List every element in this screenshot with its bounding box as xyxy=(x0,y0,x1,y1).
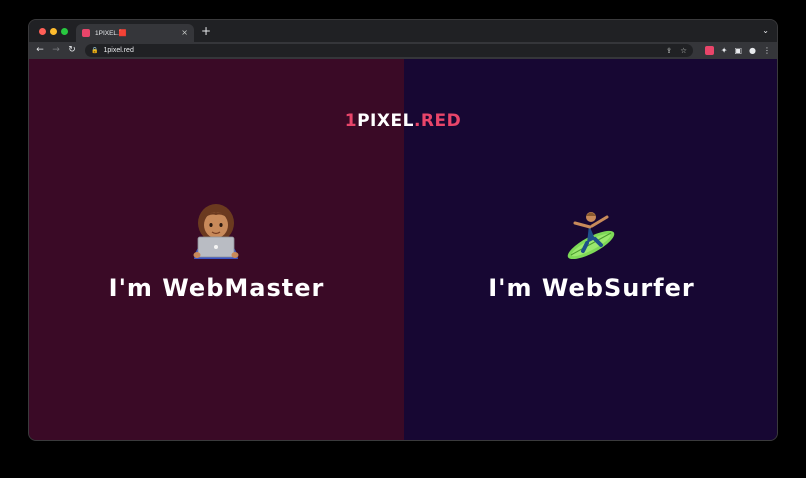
extension-1pixel-icon[interactable] xyxy=(704,46,714,55)
bookmark-star-icon[interactable]: ☆ xyxy=(680,46,687,55)
logo-dot: . xyxy=(413,111,421,131)
close-window-button[interactable] xyxy=(39,28,46,35)
tab-1pixel[interactable]: 1PIXEL.🟥 × xyxy=(76,24,194,42)
logo-suffix: RED xyxy=(420,111,462,131)
address-bar[interactable]: 🔒 1pixel.red ⇪ ☆ xyxy=(85,44,693,57)
share-icon[interactable]: ⇪ xyxy=(666,46,672,55)
tab-search-icon[interactable]: ⌄ xyxy=(762,26,769,35)
tab-title: 1PIXEL.🟥 xyxy=(95,30,127,37)
toolbar: ← → ↻ 🔒 1pixel.red ⇪ ☆ ✦ ▣ ● ⋮ xyxy=(29,42,777,59)
tab-close-icon[interactable]: × xyxy=(181,29,188,37)
maximize-window-button[interactable] xyxy=(61,28,68,35)
menu-icon[interactable]: ⋮ xyxy=(763,45,771,56)
site-logo: 1PIXEL.RED xyxy=(344,111,462,131)
url-text[interactable]: 1pixel.red xyxy=(103,47,657,54)
puzzle-icon[interactable]: ✦ xyxy=(721,45,728,56)
logo-prefix: PIXEL xyxy=(357,111,414,131)
new-tab-button[interactable]: + xyxy=(201,25,211,37)
back-button[interactable]: ← xyxy=(32,42,48,59)
extensions-area: ✦ ▣ ● ⋮ xyxy=(704,45,771,56)
profile-icon[interactable]: ● xyxy=(749,45,756,56)
surfer-icon xyxy=(567,212,615,259)
lock-icon[interactable]: 🔒 xyxy=(91,47,98,54)
minimize-window-button[interactable] xyxy=(50,28,57,35)
sidebar-icon[interactable]: ▣ xyxy=(734,45,742,56)
forward-button[interactable]: → xyxy=(48,42,64,59)
webmaster-caption: I'm WebMaster xyxy=(108,274,325,302)
websurfer-caption: I'm WebSurfer xyxy=(488,274,695,302)
reload-button[interactable]: ↻ xyxy=(64,42,80,59)
browser-window: 1PIXEL.🟥 × + ⌄ ← → ↻ 🔒 1pixel.red ⇪ ☆ ✦ … xyxy=(28,19,778,441)
woman-technologist-icon xyxy=(193,204,239,259)
page-content: I'm WebMaster I'm WebSurfer 1PIXEL.RED xyxy=(29,59,777,440)
favicon-icon xyxy=(82,29,90,37)
tab-strip: 1PIXEL.🟥 × + ⌄ xyxy=(29,20,777,42)
